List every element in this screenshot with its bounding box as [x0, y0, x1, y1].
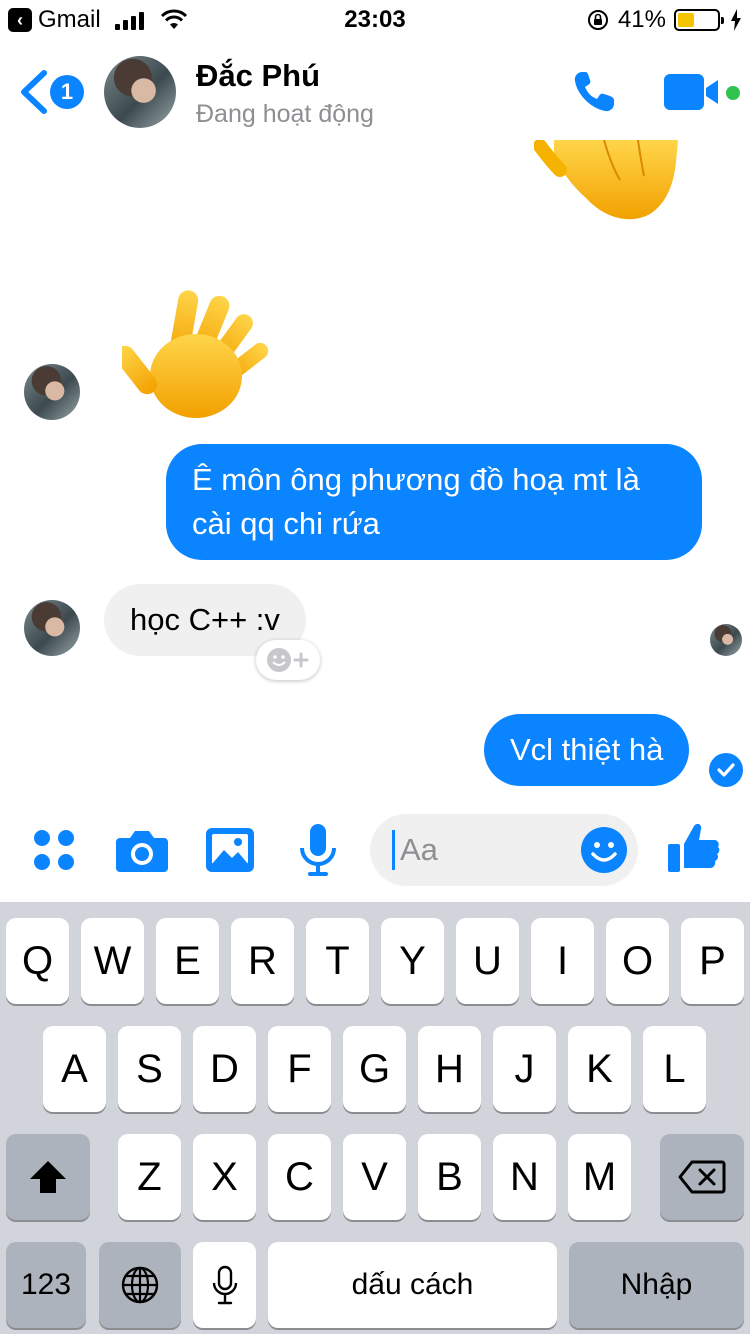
- contact-name[interactable]: Đắc Phú: [196, 58, 320, 94]
- contact-status: Đang hoạt động: [196, 100, 374, 128]
- backspace-icon: [678, 1160, 726, 1194]
- key-v[interactable]: V: [343, 1134, 406, 1220]
- key-u[interactable]: U: [456, 918, 519, 1004]
- text-caret: [392, 830, 395, 870]
- key-h[interactable]: H: [418, 1026, 481, 1112]
- apps-icon[interactable]: [26, 822, 82, 878]
- key-d[interactable]: D: [193, 1026, 256, 1112]
- unread-count-badge: 1: [50, 75, 84, 109]
- contact-avatar-small[interactable]: [24, 364, 80, 420]
- message-line: cài qq chi rứa: [192, 506, 380, 541]
- shift-key[interactable]: [6, 1134, 90, 1220]
- microphone-icon[interactable]: [290, 822, 346, 878]
- key-y[interactable]: Y: [381, 918, 444, 1004]
- camera-icon[interactable]: [114, 822, 170, 878]
- message-input[interactable]: Aa: [370, 814, 638, 886]
- key-a[interactable]: A: [43, 1026, 106, 1112]
- message-text: học C++ :v: [130, 602, 280, 637]
- key-e[interactable]: E: [156, 918, 219, 1004]
- key-o[interactable]: O: [606, 918, 669, 1004]
- emoji-icon[interactable]: [580, 826, 628, 874]
- key-r[interactable]: R: [231, 918, 294, 1004]
- battery-level-fill: [678, 13, 694, 27]
- message-line: Ê môn ông phương đồ hoạ mt là: [192, 462, 640, 497]
- outgoing-message[interactable]: Ê môn ông phương đồ hoạ mt là cài qq chi…: [166, 444, 702, 560]
- globe-icon: [121, 1266, 159, 1304]
- seen-avatar: [710, 624, 742, 656]
- key-z[interactable]: Z: [118, 1134, 181, 1220]
- keyboard: Q W E R T Y U I O P A S D F G H J K L Z …: [0, 902, 750, 1334]
- key-m[interactable]: M: [568, 1134, 631, 1220]
- key-x[interactable]: X: [193, 1134, 256, 1220]
- space-key[interactable]: dấu cách: [268, 1242, 557, 1328]
- key-b[interactable]: B: [418, 1134, 481, 1220]
- key-q[interactable]: Q: [6, 918, 69, 1004]
- globe-key[interactable]: [99, 1242, 181, 1328]
- battery-icon: [674, 9, 724, 31]
- waving-hand-sticker[interactable]: [534, 140, 684, 232]
- key-i[interactable]: I: [531, 918, 594, 1004]
- back-button[interactable]: 1: [18, 68, 84, 116]
- key-g[interactable]: G: [343, 1026, 406, 1112]
- microphone-icon: [212, 1265, 237, 1305]
- key-n[interactable]: N: [493, 1134, 556, 1220]
- dictation-key[interactable]: [193, 1242, 256, 1328]
- phone-call-icon[interactable]: [568, 66, 620, 118]
- key-f[interactable]: F: [268, 1026, 331, 1112]
- status-bar: ‹ Gmail 23:03 41%: [0, 0, 750, 40]
- message-composer: Aa: [0, 800, 750, 902]
- key-c[interactable]: C: [268, 1134, 331, 1220]
- delivered-check-icon: [709, 753, 743, 787]
- key-l[interactable]: L: [643, 1026, 706, 1112]
- contact-avatar-small[interactable]: [24, 600, 80, 656]
- message-text: Vcl thiệt hà: [510, 732, 664, 767]
- key-k[interactable]: K: [568, 1026, 631, 1112]
- return-key[interactable]: Nhập: [569, 1242, 744, 1328]
- add-reaction-icon: [267, 648, 309, 672]
- message-list[interactable]: Ê môn ông phương đồ hoạ mt là cài qq chi…: [0, 140, 750, 800]
- video-call-icon[interactable]: [662, 70, 742, 114]
- add-reaction-button[interactable]: [256, 640, 320, 680]
- key-p[interactable]: P: [681, 918, 744, 1004]
- key-s[interactable]: S: [118, 1026, 181, 1112]
- message-input-placeholder: Aa: [400, 832, 438, 867]
- orientation-lock-icon: [587, 10, 608, 30]
- shift-icon: [30, 1161, 66, 1193]
- key-j[interactable]: J: [493, 1026, 556, 1112]
- backspace-key[interactable]: [660, 1134, 744, 1220]
- outgoing-message[interactable]: Vcl thiệt hà: [484, 714, 690, 786]
- charging-bolt-icon: [731, 9, 741, 31]
- image-icon[interactable]: [202, 822, 258, 878]
- key-w[interactable]: W: [81, 918, 144, 1004]
- thumbs-up-icon[interactable]: [666, 820, 722, 876]
- waving-hand-sticker[interactable]: [122, 284, 272, 424]
- key-t[interactable]: T: [306, 918, 369, 1004]
- contact-avatar[interactable]: [104, 56, 176, 128]
- conversation-header: 1 Đắc Phú Đang hoạt động: [0, 40, 750, 150]
- numbers-key[interactable]: 123: [6, 1242, 86, 1328]
- battery-percent: 41%: [617, 6, 666, 33]
- chevron-left-icon: [21, 70, 47, 114]
